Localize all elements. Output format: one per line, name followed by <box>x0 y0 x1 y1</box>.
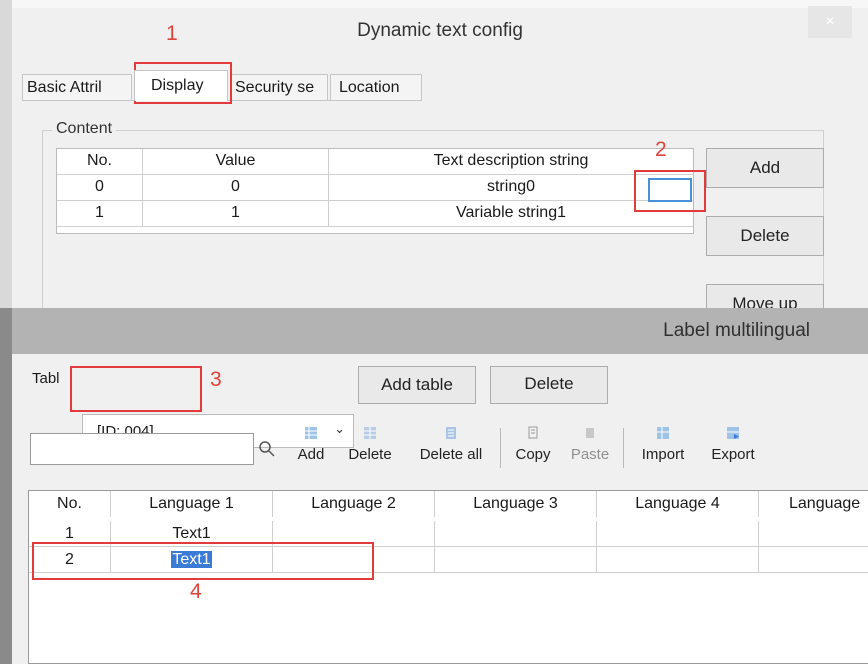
cell-language-4[interactable] <box>597 521 759 547</box>
tab-basic-attributes[interactable]: Basic Attril <box>22 74 132 100</box>
cell-value[interactable]: 0 <box>143 175 329 201</box>
column-header-no[interactable]: No. <box>29 491 111 517</box>
column-header-no[interactable]: No. <box>57 149 143 175</box>
add-table-button[interactable]: Add table <box>358 366 476 404</box>
export-icon <box>727 427 739 439</box>
delete-row-icon <box>364 427 376 439</box>
desktop-edge <box>0 0 12 318</box>
title-bar[interactable]: Label multilingual <box>12 308 868 354</box>
copy-button[interactable]: Copy <box>510 426 556 472</box>
export-label: Export <box>711 446 755 463</box>
column-header-language-5[interactable]: Language <box>759 491 868 517</box>
close-button[interactable]: × <box>808 6 852 38</box>
add-row-label: Add <box>297 446 325 463</box>
paste-label: Paste <box>570 446 610 463</box>
annotation-number-1: 1 <box>166 22 178 45</box>
toolbar-separator <box>500 428 501 468</box>
cell-value[interactable]: 1 <box>143 201 329 227</box>
delete-button[interactable]: Delete <box>706 216 824 256</box>
paste-button[interactable]: Paste <box>566 426 614 472</box>
window-title: Label multilingual <box>663 320 810 341</box>
table-label: Tabl <box>32 370 60 387</box>
table-row[interactable]: 1 1 Variable string1 <box>57 201 693 227</box>
text-string-table: No. Value Text description string 0 0 st… <box>56 148 694 234</box>
delete-all-button[interactable]: Delete all <box>410 426 492 472</box>
window-top-edge <box>12 0 868 8</box>
import-button[interactable]: Import <box>632 426 694 472</box>
column-header-language-4[interactable]: Language 4 <box>597 491 759 517</box>
annotation-box-4 <box>32 542 374 580</box>
search-input[interactable] <box>30 433 254 465</box>
column-header-language-3[interactable]: Language 3 <box>435 491 597 517</box>
delete-row-button[interactable]: Delete <box>340 426 400 472</box>
annotation-number-2: 2 <box>655 138 667 161</box>
search-icon[interactable] <box>258 440 276 458</box>
export-button[interactable]: Export <box>702 426 764 472</box>
import-label: Import <box>641 446 685 463</box>
copy-label: Copy <box>515 446 551 463</box>
add-row-button[interactable]: Add <box>290 426 332 472</box>
cell-language-4[interactable] <box>597 547 759 573</box>
cell-no[interactable]: 0 <box>57 175 143 201</box>
delete-table-button[interactable]: Delete <box>490 366 608 404</box>
paste-icon <box>586 428 594 438</box>
delete-all-label: Delete all <box>419 446 483 463</box>
table-row[interactable]: 0 0 string0 <box>57 175 693 201</box>
annotation-number-3: 3 <box>210 368 222 391</box>
toolbar-separator <box>623 428 624 468</box>
annotation-box-3 <box>70 366 202 412</box>
grid-header: No. Language 1 Language 2 Language 3 Lan… <box>29 491 868 517</box>
table-header: No. Value Text description string <box>57 149 693 175</box>
delete-row-label: Delete <box>348 446 392 463</box>
annotation-number-4: 4 <box>190 580 202 603</box>
window-title: Dynamic text config <box>357 20 523 41</box>
column-header-language-2[interactable]: Language 2 <box>273 491 435 517</box>
tab-security-settings[interactable]: Security se <box>230 74 328 100</box>
window-left-edge <box>0 308 12 664</box>
cell-language-5[interactable] <box>759 521 868 547</box>
tab-display[interactable]: Display <box>134 70 228 101</box>
cell-no[interactable]: 1 <box>57 201 143 227</box>
add-row-icon <box>305 427 317 439</box>
column-header-value[interactable]: Value <box>143 149 329 175</box>
cell-language-5[interactable] <box>759 547 868 573</box>
add-button[interactable]: Add <box>706 148 824 188</box>
cell-language-3[interactable] <box>435 547 597 573</box>
content-group-label: Content <box>52 120 117 138</box>
annotation-box-2 <box>634 170 706 212</box>
import-icon <box>657 427 669 439</box>
tab-location[interactable]: Location <box>330 74 422 100</box>
copy-icon <box>528 426 538 439</box>
cell-language-3[interactable] <box>435 521 597 547</box>
column-header-language-1[interactable]: Language 1 <box>111 491 273 517</box>
delete-all-icon <box>446 427 456 439</box>
